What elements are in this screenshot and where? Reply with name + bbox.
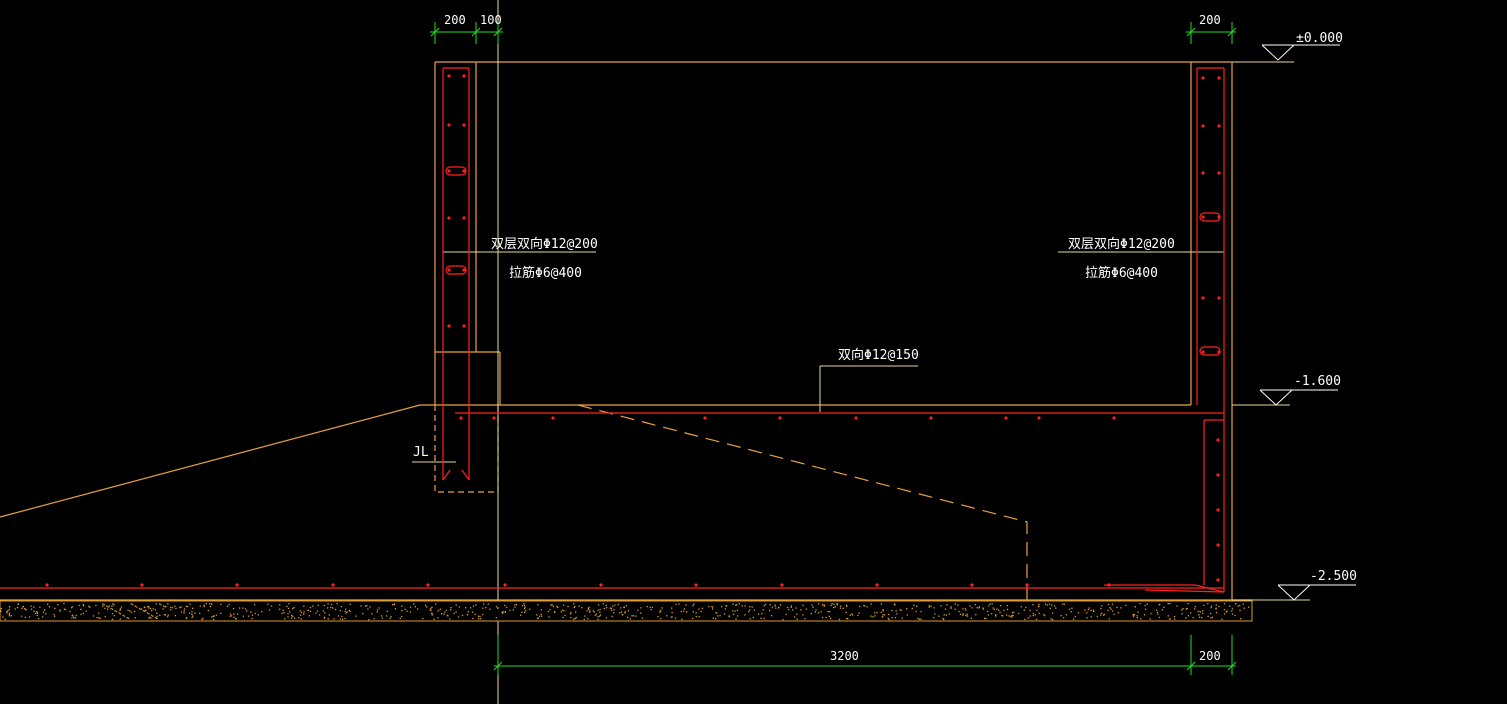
- rebar-note-slab: 双向Φ12@150: [838, 347, 919, 363]
- rebar-dot: [1216, 543, 1220, 547]
- rebar-dot: [1216, 438, 1220, 442]
- rebar-dot: [1217, 124, 1221, 128]
- rebar-dot: [1037, 416, 1041, 420]
- rebar-dot: [45, 583, 49, 587]
- rebar-dot: [1216, 578, 1220, 582]
- rebar-dot: [1201, 124, 1205, 128]
- rebar-dot: [1004, 416, 1008, 420]
- rebar-note-right-tie: 拉筋Φ6@400: [1085, 265, 1158, 281]
- rebar-dot: [1201, 215, 1205, 219]
- beam-label: JL: [413, 445, 429, 460]
- rebar-dot: [447, 216, 451, 220]
- rebar-dot: [1201, 296, 1205, 300]
- rebar-dot: [503, 583, 507, 587]
- rebar-dot: [1025, 583, 1029, 587]
- rebar-dot: [140, 583, 144, 587]
- rebar-dot: [970, 583, 974, 587]
- rebar-dot: [462, 123, 466, 127]
- rebar-dot: [459, 416, 463, 420]
- rebar-dot: [854, 416, 858, 420]
- rebar-dot: [1107, 583, 1111, 587]
- elevation-markers: [1259, 44, 1356, 601]
- dim-bottom-main: 3200: [830, 649, 859, 663]
- dim-bottom-right: 200: [1199, 649, 1221, 663]
- rebar-dot: [331, 583, 335, 587]
- dim-top-left-b: 100: [480, 13, 502, 27]
- rebar-dot: [703, 416, 707, 420]
- soil-hatch: [0, 600, 1253, 622]
- rebar-dot: [1217, 296, 1221, 300]
- rebar-dot: [875, 583, 879, 587]
- rebar-dots: [45, 74, 1221, 587]
- rebar-dot: [1201, 171, 1205, 175]
- rebar-note-left-tie: 拉筋Φ6@400: [509, 265, 582, 281]
- rebar-dot: [447, 268, 451, 272]
- elevation-bottom: -2.500: [1310, 569, 1357, 584]
- rebar-dot: [462, 74, 466, 78]
- rebar-dot: [447, 324, 451, 328]
- rebar-dot: [447, 123, 451, 127]
- dim-top-left-a: 200: [444, 13, 466, 27]
- rebar-dot: [1201, 76, 1205, 80]
- rebar-dot: [1216, 508, 1220, 512]
- rebar-dot: [462, 324, 466, 328]
- rebar-dot: [447, 169, 451, 173]
- rebar-dot: [1216, 473, 1220, 477]
- dimension-lines: [430, 22, 1237, 675]
- rebar: [0, 67, 1225, 593]
- rebar-dot: [1217, 76, 1221, 80]
- rebar-dot: [778, 416, 782, 420]
- rebar-dot: [694, 583, 698, 587]
- rebar-dot: [1217, 350, 1221, 354]
- rebar-dot: [235, 583, 239, 587]
- rebar-dot: [462, 216, 466, 220]
- rebar-dot: [462, 169, 466, 173]
- rebar-dot: [426, 583, 430, 587]
- rebar-dot: [780, 583, 784, 587]
- rebar-dot: [462, 268, 466, 272]
- elevation-top: ±0.000: [1296, 31, 1343, 46]
- rebar-dot: [1217, 171, 1221, 175]
- rebar-dot: [551, 416, 555, 420]
- rebar-note-right-main: 双层双向Φ12@200: [1068, 236, 1175, 252]
- rebar-dot: [599, 583, 603, 587]
- dim-top-right: 200: [1199, 13, 1221, 27]
- rebar-dot: [1201, 350, 1205, 354]
- structure-outline: [0, 61, 1252, 601]
- rebar-dot: [929, 416, 933, 420]
- rebar-dot: [492, 416, 496, 420]
- elevation-middle: -1.600: [1294, 374, 1341, 389]
- rebar-dot: [1217, 215, 1221, 219]
- rebar-note-left-main: 双层双向Φ12@200: [491, 236, 598, 252]
- cad-drawing: 200 100 200 3200 200 ±0.000 -1.600 -2.50…: [0, 0, 1357, 704]
- rebar-dot: [1112, 416, 1116, 420]
- rebar-dot: [447, 74, 451, 78]
